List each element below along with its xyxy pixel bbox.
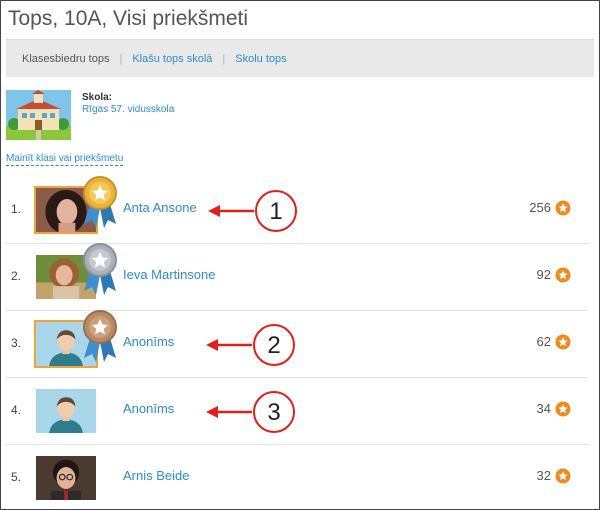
star-icon — [555, 401, 571, 417]
user-name-link[interactable]: Arnis Beide — [123, 468, 189, 483]
user-avatar[interactable] — [34, 454, 98, 502]
rank-number: 5. — [11, 470, 22, 484]
rank-number: 2. — [11, 269, 22, 283]
page-title: Tops, 10A, Visi priekšmeti — [8, 7, 249, 30]
tab-schools-top[interactable]: Skolu tops — [229, 53, 292, 65]
gold-medal-icon — [80, 174, 120, 230]
tab-separator: | — [222, 52, 226, 65]
rank-number: 1. — [11, 202, 22, 216]
silver-medal-icon — [80, 241, 120, 297]
user-name-link[interactable]: Anonīms — [123, 401, 174, 416]
star-icon — [555, 200, 571, 216]
callout-number: 2 — [267, 332, 280, 359]
tab-bar: Klasesbiedru tops | Klašu tops skolā | S… — [6, 39, 594, 77]
score-value: 92 — [536, 267, 551, 282]
annotation-callout-2: 2 — [206, 324, 295, 366]
school-building-image — [6, 90, 71, 140]
change-class-subject-link[interactable]: Mainīt klasi vai priekšmetu — [6, 153, 124, 166]
bronze-medal-icon — [80, 308, 120, 364]
tab-classes-top[interactable]: Klašu tops skolā — [126, 53, 218, 65]
callout-number: 1 — [269, 198, 282, 225]
ranking-row: 2. Ieva Martinsone 92 — [6, 243, 588, 311]
annotation-callout-1: 1 — [208, 190, 297, 232]
school-link[interactable]: Rīgas 57. vidusskola — [82, 104, 174, 115]
user-name-link[interactable]: Ieva Martinsone — [123, 267, 216, 282]
star-icon — [555, 468, 571, 484]
rank-number: 4. — [11, 403, 22, 417]
star-icon — [555, 267, 571, 283]
user-name-link[interactable]: Anonīms — [123, 334, 174, 349]
score-value: 62 — [536, 334, 551, 349]
score-value: 256 — [529, 200, 551, 215]
score-value: 34 — [536, 401, 551, 416]
tab-classmates-top[interactable]: Klasesbiedru tops — [16, 53, 115, 65]
user-name-link[interactable]: Anta Ansone — [123, 200, 197, 215]
tab-separator: | — [119, 52, 123, 65]
school-label: Skola: — [82, 92, 113, 103]
callout-number: 3 — [267, 399, 280, 426]
anonymous-avatar[interactable] — [34, 387, 98, 435]
rank-number: 3. — [11, 336, 22, 350]
annotation-callout-3: 3 — [206, 391, 295, 433]
ranking-row: 5. Arnis Beide 32 — [6, 446, 588, 510]
star-icon — [555, 334, 571, 350]
score-value: 32 — [536, 468, 551, 483]
